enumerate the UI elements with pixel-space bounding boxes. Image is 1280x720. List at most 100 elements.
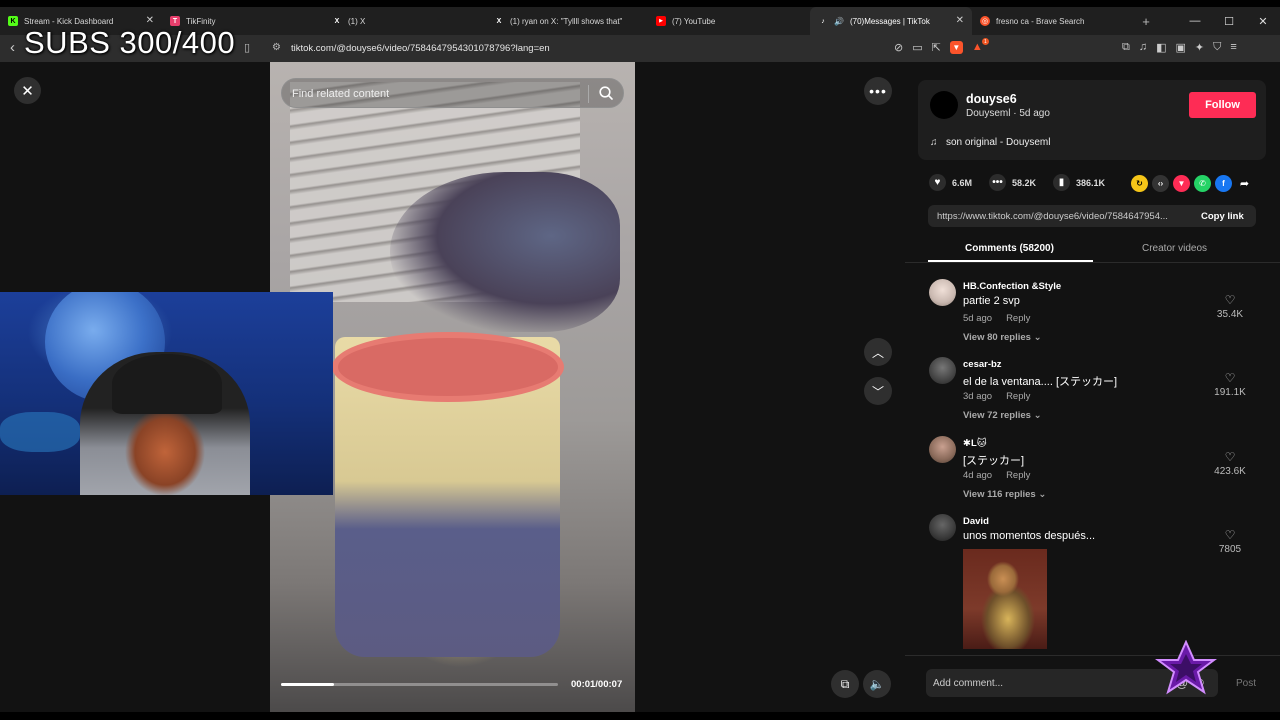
leo-ai-icon[interactable]: ✦ [1195, 41, 1204, 54]
tab-creator-videos[interactable]: Creator videos [1142, 243, 1207, 254]
site-info-icon[interactable]: ⚙ [272, 42, 281, 53]
media-icon[interactable]: ♫ [1139, 41, 1147, 54]
x-icon: X [334, 17, 340, 25]
video-link[interactable]: https://www.tiktok.com/@douyse6/video/75… [937, 211, 1168, 222]
like-stat[interactable]: ♥ 6.6M [929, 174, 972, 191]
video-time: 00:01/00:07 [571, 679, 623, 690]
vpn-icon[interactable]: ⛉ [1213, 41, 1221, 54]
compose-divider [905, 655, 1280, 656]
heart-outline-icon: ♡ [1224, 528, 1236, 542]
volume-button[interactable]: 🔈 [863, 670, 891, 698]
more-options-button[interactable]: ••• [864, 77, 892, 105]
comment-avatar[interactable] [929, 279, 956, 306]
related-search-box [281, 78, 624, 108]
search-icon[interactable] [598, 85, 614, 101]
comment-time: 4d ago [963, 470, 993, 481]
comment-stat[interactable]: ••• 58.2K [989, 174, 1036, 191]
reply-button[interactable]: Reply [1006, 470, 1030, 481]
reply-button[interactable]: Reply [1006, 313, 1030, 324]
facebook-icon[interactable]: f [1215, 175, 1232, 192]
next-video-button[interactable]: ﹀ [864, 377, 892, 405]
tab-comments[interactable]: Comments (58200) [965, 243, 1054, 254]
maximize-icon[interactable]: ☐ [1212, 7, 1246, 35]
comment-avatar[interactable] [929, 436, 956, 463]
previous-video-button[interactable]: ︿ [864, 338, 892, 366]
repost-icon[interactable]: ↻ [1131, 175, 1148, 192]
comment-author[interactable]: ✱L🐱 [963, 438, 987, 449]
comment-author[interactable]: HB.Confection &Style [963, 281, 1061, 292]
close-video-button[interactable]: ✕ [14, 77, 41, 104]
comment-avatar[interactable] [929, 357, 956, 384]
bookmark-icon: ▮ [1053, 174, 1070, 191]
sidebar-icon[interactable]: ◧ [1156, 41, 1166, 54]
comment-text: el de la ventana.... [ステッカー] [963, 376, 1118, 388]
wallet-icon[interactable]: ▣ [1176, 41, 1186, 54]
browser-tab[interactable]: X (1) X [324, 7, 486, 35]
heart-outline-icon: ♡ [1224, 293, 1236, 307]
whatsapp-icon[interactable]: ✆ [1194, 175, 1211, 192]
comment-text: [ステッカー] [963, 455, 1025, 467]
heart-outline-icon: ♡ [1224, 450, 1236, 464]
comment-meta: 5d ago Reply [963, 313, 1030, 324]
tabs-divider [905, 262, 1280, 263]
extension-icons: ⧉ ♫ ◧ ▣ ✦ ⛉ ≡ [1122, 41, 1237, 54]
share-options: ↻ ‹› ▼ ✆ f ➦ [1131, 175, 1253, 192]
copy-link-button[interactable]: Copy link [1201, 211, 1244, 222]
search-divider [588, 85, 589, 103]
comment-sticker-image[interactable] [963, 549, 1047, 649]
post-comment-button[interactable]: Post [1236, 678, 1256, 689]
back-arrow-icon[interactable]: ‹ [10, 39, 15, 56]
browser-tab-label: (70)Messages | TikTok [849, 16, 930, 26]
comment-item: cesar-bz el de la ventana.... [ステッカー] 3d… [905, 357, 1280, 435]
browser-tab-active[interactable]: ♪ 🔊 (70)Messages | TikTok ✕ [810, 7, 972, 35]
tracking-off-icon[interactable]: ⊘ [894, 41, 903, 54]
extension-icon[interactable]: ⧉ [1122, 41, 1130, 54]
view-replies-button[interactable]: View 72 replies ⌄ [963, 410, 1042, 421]
close-tab-icon[interactable]: ✕ [956, 15, 964, 26]
related-search-input[interactable] [292, 85, 582, 103]
comment-like[interactable]: ♡ 7805 [1200, 528, 1260, 555]
minimize-icon[interactable]: — [1178, 7, 1212, 35]
view-replies-button[interactable]: View 80 replies ⌄ [963, 332, 1042, 343]
comment-text: unos momentos después... [963, 530, 1096, 542]
cast-icon[interactable]: ▭ [912, 41, 922, 54]
share-page-icon[interactable]: ⇱ [932, 41, 941, 54]
comment-like[interactable]: ♡ 191.1K [1200, 371, 1260, 398]
follow-button[interactable]: Follow [1189, 92, 1256, 118]
picture-in-picture-button[interactable]: ⧉ [831, 670, 859, 698]
tiktok-icon: ♪ [821, 17, 825, 25]
add-comment-input[interactable] [933, 675, 1163, 691]
save-stat[interactable]: ▮ 386.1K [1053, 174, 1105, 191]
x-icon: X [496, 17, 502, 25]
author-subline: Douyseml · 5d ago [966, 108, 1050, 119]
browser-tab[interactable]: ▶ (7) YouTube [648, 7, 810, 35]
bookmark-icon[interactable]: ▯ [244, 41, 250, 54]
author-avatar[interactable] [930, 91, 958, 119]
comment-author[interactable]: David [963, 516, 989, 527]
send-icon[interactable]: ▼ [1173, 175, 1190, 192]
share-arrow-icon[interactable]: ➦ [1236, 175, 1253, 192]
video-progress-bar[interactable] [281, 683, 558, 686]
webcam-background-decor [0, 412, 80, 452]
browser-tab[interactable]: ◎ fresno ca - Brave Search [972, 7, 1134, 35]
author-username[interactable]: douyse6 [966, 92, 1017, 106]
comment-author[interactable]: cesar-bz [963, 359, 1002, 370]
menu-icon[interactable]: ≡ [1230, 41, 1236, 54]
comment-like[interactable]: ♡ 35.4K [1200, 293, 1260, 320]
music-title[interactable]: son original - Douyseml [946, 137, 1051, 148]
brave-rewards-icon[interactable]: ▲ 1 [972, 38, 989, 54]
comment-avatar[interactable] [929, 514, 956, 541]
video-frame-figure [390, 172, 620, 332]
embed-icon[interactable]: ‹› [1152, 175, 1169, 192]
close-window-icon[interactable]: ✕ [1246, 7, 1280, 35]
youtube-icon: ▶ [656, 16, 666, 26]
comment-like[interactable]: ♡ 423.6K [1200, 450, 1260, 477]
new-tab-button[interactable]: + [1134, 7, 1158, 35]
browser-tab[interactable]: X (1) ryan on X: "Tyllll shows that" [486, 7, 648, 35]
url-field[interactable]: tiktok.com/@douyse6/video/75846479543010… [291, 43, 550, 54]
window-controls: — ☐ ✕ [1178, 7, 1280, 35]
view-replies-button[interactable]: View 116 replies ⌄ [963, 489, 1046, 500]
brave-search-icon: ◎ [980, 16, 990, 26]
reply-button[interactable]: Reply [1006, 391, 1030, 402]
brave-shields-icon[interactable]: ▼ [949, 41, 963, 54]
